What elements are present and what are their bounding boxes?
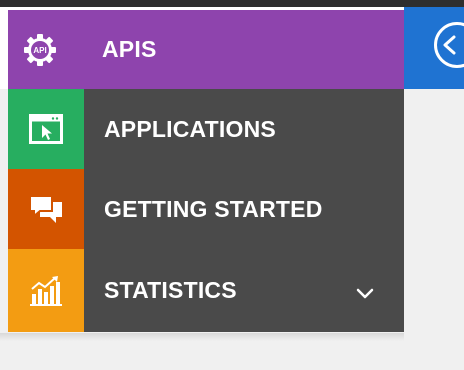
sidebar-menu: API APIS APPLICATIONS GETTING STARTED ST… bbox=[8, 10, 404, 332]
menu-item-statistics[interactable]: STATISTICS bbox=[8, 249, 404, 332]
svg-text:API: API bbox=[33, 46, 46, 55]
menu-label-applications: APPLICATIONS bbox=[104, 115, 276, 142]
header-bar bbox=[404, 7, 464, 89]
chevron-down-icon[interactable] bbox=[356, 286, 374, 304]
back-arrow-circle-icon[interactable] bbox=[434, 22, 464, 68]
menu-item-getting-started[interactable]: GETTING STARTED bbox=[8, 169, 404, 249]
bar-chart-icon bbox=[8, 249, 84, 332]
menu-shadow bbox=[0, 333, 404, 341]
menu-item-applications[interactable]: APPLICATIONS bbox=[8, 89, 404, 169]
menu-label-getting-started: GETTING STARTED bbox=[104, 195, 323, 222]
menu-item-apis[interactable]: API APIS bbox=[8, 10, 404, 89]
top-bar bbox=[0, 0, 464, 7]
menu-label-statistics: STATISTICS bbox=[104, 277, 237, 303]
application-window-icon bbox=[8, 89, 84, 169]
menu-label-apis: APIS bbox=[102, 36, 157, 62]
api-gear-icon: API bbox=[8, 10, 72, 89]
chat-bubbles-icon bbox=[8, 169, 84, 249]
